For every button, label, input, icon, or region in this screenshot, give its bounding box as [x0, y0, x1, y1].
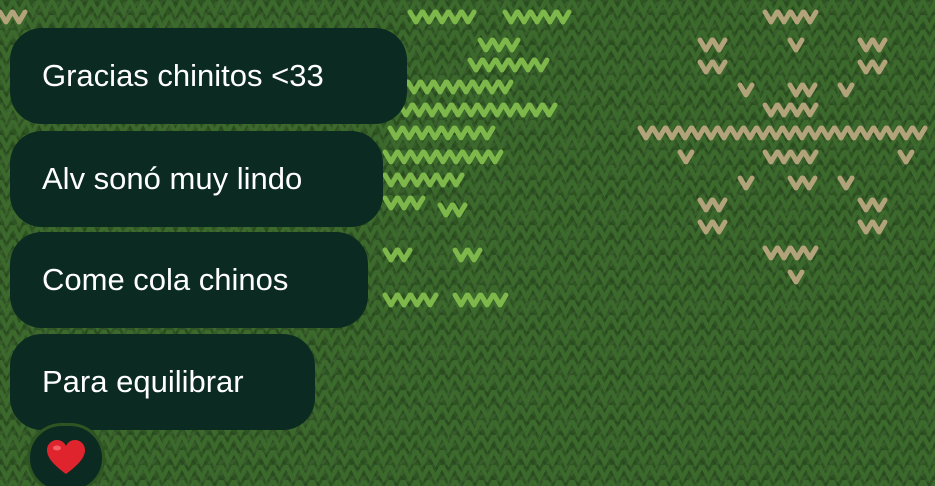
red-heart-icon: [47, 440, 85, 474]
message-bubble[interactable]: Gracias chinitos <33: [10, 28, 407, 124]
message-text: Para equilibrar: [42, 364, 244, 399]
message-bubble[interactable]: Para equilibrar: [10, 334, 315, 430]
message-text: Gracias chinitos <33: [42, 58, 324, 93]
message-text: Come cola chinos: [42, 262, 289, 297]
message-text: Alv sonó muy lindo: [42, 161, 303, 196]
message-bubble[interactable]: Come cola chinos: [10, 232, 368, 328]
message-bubble[interactable]: Alv sonó muy lindo: [10, 131, 383, 227]
reaction-badge[interactable]: [27, 423, 105, 486]
